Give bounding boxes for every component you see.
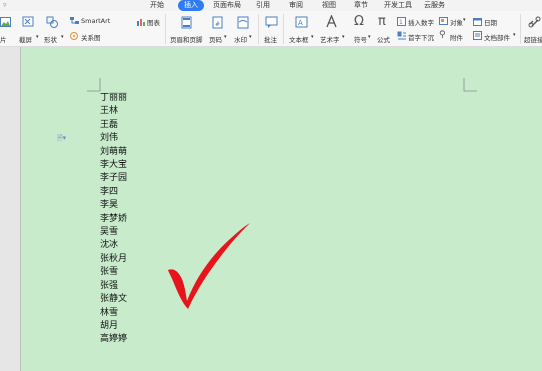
list-item: 吴雪 [100, 227, 119, 238]
omega-icon[interactable]: Ω [354, 14, 364, 29]
calendar-icon[interactable] [473, 17, 483, 26]
chevron-down-icon[interactable]: ▾ [36, 34, 39, 40]
date-button[interactable]: 日期 [484, 17, 497, 27]
wordart-button[interactable]: 艺术字 [320, 34, 340, 44]
tab-home[interactable]: 开始 [150, 0, 164, 11]
dropdown-arrow-icon[interactable]: ▿ [3, 0, 7, 11]
tab-review[interactable]: 审阅 [289, 0, 303, 11]
chart-button[interactable]: 图表 [147, 17, 160, 27]
chevron-down-icon[interactable]: ▾ [513, 32, 516, 38]
chevron-down-icon[interactable]: ▾ [342, 34, 345, 40]
document-page[interactable] [20, 47, 542, 371]
list-item: 张秋月 [100, 253, 128, 264]
wordart-icon[interactable] [325, 15, 338, 28]
tab-developer[interactable]: 开发工具 [384, 0, 412, 11]
margin-corner-top-right [463, 78, 477, 92]
list-item: 李四 [100, 186, 119, 197]
margin-corner-top-left [87, 78, 101, 92]
picture-button[interactable]: 片 [0, 34, 7, 44]
list-item: 李梦娇 [100, 213, 128, 224]
chart-icon[interactable] [136, 17, 146, 26]
header-footer-icon[interactable] [181, 16, 192, 29]
pi-icon[interactable]: π [378, 14, 386, 29]
list-item: 王林 [100, 106, 119, 117]
chevron-down-icon[interactable]: ▾ [368, 34, 371, 40]
list-item: 胡月 [100, 320, 119, 331]
relation-chart-icon[interactable] [69, 31, 80, 41]
list-item: 高婷婷 [100, 334, 128, 345]
relation-chart-button[interactable]: 关系图 [81, 32, 101, 42]
document-parts-button[interactable]: 文档部件 [484, 32, 510, 42]
tab-page-layout[interactable]: 页面布局 [213, 0, 241, 11]
tab-references[interactable]: 引用 [256, 0, 270, 11]
svg-text:1: 1 [399, 19, 403, 26]
ribbon-tab-bar: ▿ 开始 插入 页面布局 引用 审阅 视图 章节 开发工具 云服务 [0, 0, 542, 11]
checkmark-stroke [168, 223, 250, 309]
object-button[interactable]: 对象 [450, 17, 463, 27]
svg-text:#: # [215, 21, 220, 28]
list-item: 沈冰 [100, 240, 119, 251]
list-item: 刘萌萌 [100, 146, 128, 157]
smartart-icon[interactable] [69, 16, 80, 26]
left-margin [0, 47, 20, 371]
drop-cap-icon[interactable] [397, 31, 407, 40]
tab-cloud-service[interactable]: 云服务 [424, 0, 445, 11]
screenshot-button[interactable]: 截屏 [19, 34, 32, 44]
list-item: 丁丽丽 [100, 93, 128, 103]
tab-section[interactable]: 章节 [354, 0, 368, 11]
comment-button[interactable]: 批注 [264, 34, 277, 44]
chevron-down-icon[interactable]: ▾ [61, 34, 64, 40]
tab-insert[interactable]: 插入 [178, 0, 204, 11]
insert-ribbon: 片 截屏 ▾ 形状 ▾ SmartArt 图表 关系图 页眉和页脚 # 页码 ▾… [0, 11, 542, 47]
chevron-down-icon[interactable]: ▾ [463, 17, 466, 23]
formula-button[interactable]: 公式 [377, 34, 390, 44]
paperclip-icon[interactable]: ⚲ [439, 30, 446, 40]
insert-number-icon[interactable]: 1 [397, 17, 407, 26]
tab-view[interactable]: 视图 [322, 0, 336, 11]
page-number-icon[interactable]: # [212, 16, 223, 29]
list-item: 张静文 [100, 294, 128, 305]
chevron-down-icon[interactable]: ▾ [249, 34, 252, 40]
watermark-icon[interactable] [237, 16, 249, 29]
hyperlink-button[interactable]: 超链接 [524, 34, 542, 44]
list-item: 李子园 [100, 173, 128, 184]
checkmark-icon [168, 223, 250, 309]
smartart-button[interactable]: SmartArt [81, 17, 110, 25]
list-item: 李大宝 [100, 160, 128, 171]
shapes-icon[interactable] [46, 16, 59, 28]
textbox-button[interactable]: 文本框 [289, 34, 309, 44]
insert-number-button[interactable]: 插入数字 [408, 17, 434, 27]
document-parts-icon[interactable] [473, 31, 483, 40]
svg-text:A: A [298, 19, 303, 27]
watermark-button[interactable]: 水印 [234, 34, 247, 44]
hyperlink-icon[interactable] [528, 16, 541, 28]
textbox-icon[interactable]: A [295, 16, 308, 28]
list-item: 张雪 [100, 267, 119, 278]
header-footer-button[interactable]: 页眉和页脚 [170, 34, 203, 44]
comment-icon[interactable] [265, 16, 278, 29]
picture-icon[interactable] [0, 17, 12, 28]
list-item: 王磊 [100, 119, 119, 130]
symbol-button[interactable]: 符号 [354, 34, 367, 44]
drop-cap-button[interactable]: 首字下沉 [408, 32, 434, 42]
shapes-button[interactable]: 形状 [44, 34, 57, 44]
paragraph-layout-icon[interactable]: 🗎▾ [57, 134, 66, 145]
name-list: 丁丽丽 王林 王磊 刘伟 刘萌萌 李大宝 李子园 李四 李昊 李梦娇 吴雪 沈冰… [100, 92, 127, 347]
list-item: 刘伟 [100, 133, 119, 144]
screenshot-icon[interactable] [22, 16, 35, 28]
list-item: 张强 [100, 280, 119, 291]
page-number-button[interactable]: 页码 [209, 34, 222, 44]
attachment-button[interactable]: 附件 [450, 32, 463, 42]
list-item: 林雪 [100, 307, 119, 318]
chevron-down-icon[interactable]: ▾ [224, 34, 227, 40]
list-item: 李昊 [100, 200, 119, 211]
chevron-down-icon[interactable]: ▾ [311, 34, 314, 40]
object-icon[interactable] [439, 17, 449, 26]
